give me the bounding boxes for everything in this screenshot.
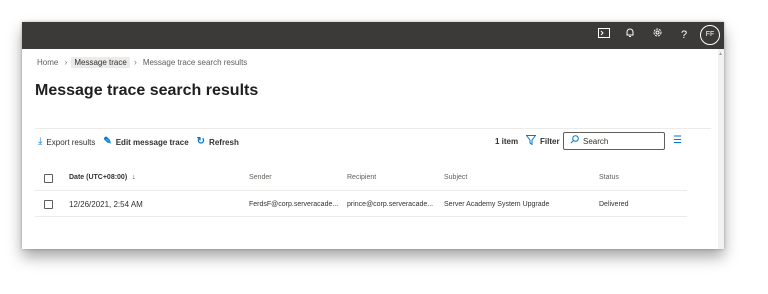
search-placeholder: Search xyxy=(583,136,609,146)
search-input[interactable]: Search xyxy=(563,132,665,150)
cell-subject: Server Academy System Upgrade xyxy=(444,201,550,208)
toolbar: ⤓ Export results ✎ Edit message trace ↻ … xyxy=(38,135,247,149)
chevron-right-icon: › xyxy=(64,57,68,67)
refresh-icon: ↻ xyxy=(196,136,206,147)
page-title: Message trace search results xyxy=(35,82,259,99)
avatar[interactable]: FF xyxy=(700,25,720,45)
terminal-icon[interactable] xyxy=(596,27,612,43)
gear-icon[interactable] xyxy=(649,27,665,43)
refresh-button[interactable]: ↻ Refresh xyxy=(197,137,239,147)
row-checkbox[interactable] xyxy=(44,200,53,209)
column-header-sender[interactable]: Sender xyxy=(249,174,272,181)
column-header-recipient[interactable]: Recipient xyxy=(347,174,376,181)
cell-status: Delivered xyxy=(599,201,629,208)
column-header-date[interactable]: Date (UTC+08:00) ↓ xyxy=(69,174,136,181)
cell-recipient: prince@corp.serveracade... xyxy=(347,201,434,208)
export-label: Export results xyxy=(46,137,96,147)
breadcrumb-current: Message trace search results xyxy=(142,57,248,67)
filter-icon xyxy=(525,135,537,148)
refresh-label: Refresh xyxy=(209,137,239,147)
pencil-icon: ✎ xyxy=(103,136,112,147)
select-all-checkbox[interactable] xyxy=(44,174,53,183)
help-icon[interactable]: ? xyxy=(676,27,692,43)
column-header-subject[interactable]: Subject xyxy=(444,174,467,181)
scroll-up-icon[interactable]: ▲ xyxy=(718,51,723,57)
chevron-right-icon: › xyxy=(133,57,137,67)
header-divider xyxy=(35,190,687,191)
column-options-icon[interactable]: ☰ xyxy=(673,135,682,146)
item-count: 1 item xyxy=(495,137,519,146)
row-divider xyxy=(35,216,687,217)
cell-sender: FerdsF@corp.serveracade... xyxy=(249,201,339,208)
column-header-status[interactable]: Status xyxy=(599,174,619,181)
app-window: ? FF ▲ Home › Message trace › Message tr… xyxy=(22,22,724,249)
bell-icon[interactable] xyxy=(622,27,638,43)
cell-date: 12/26/2021, 2:54 AM xyxy=(69,200,143,209)
download-icon: ⤓ xyxy=(38,136,43,147)
breadcrumb-message-trace[interactable]: Message trace xyxy=(71,56,130,68)
breadcrumb: Home › Message trace › Message trace sea… xyxy=(35,55,249,69)
sort-down-icon: ↓ xyxy=(132,174,136,181)
divider xyxy=(35,128,711,129)
edit-label: Edit message trace xyxy=(115,137,189,147)
breadcrumb-home[interactable]: Home xyxy=(35,57,60,68)
top-bar: ? FF xyxy=(22,22,724,49)
search-icon xyxy=(570,135,579,147)
scrollbar[interactable] xyxy=(718,49,724,249)
export-results-button[interactable]: ⤓ Export results xyxy=(38,137,95,147)
filter-label: Filter xyxy=(540,137,560,146)
filter-button[interactable]: Filter xyxy=(525,135,560,148)
edit-message-trace-button[interactable]: ✎ Edit message trace xyxy=(103,137,188,147)
